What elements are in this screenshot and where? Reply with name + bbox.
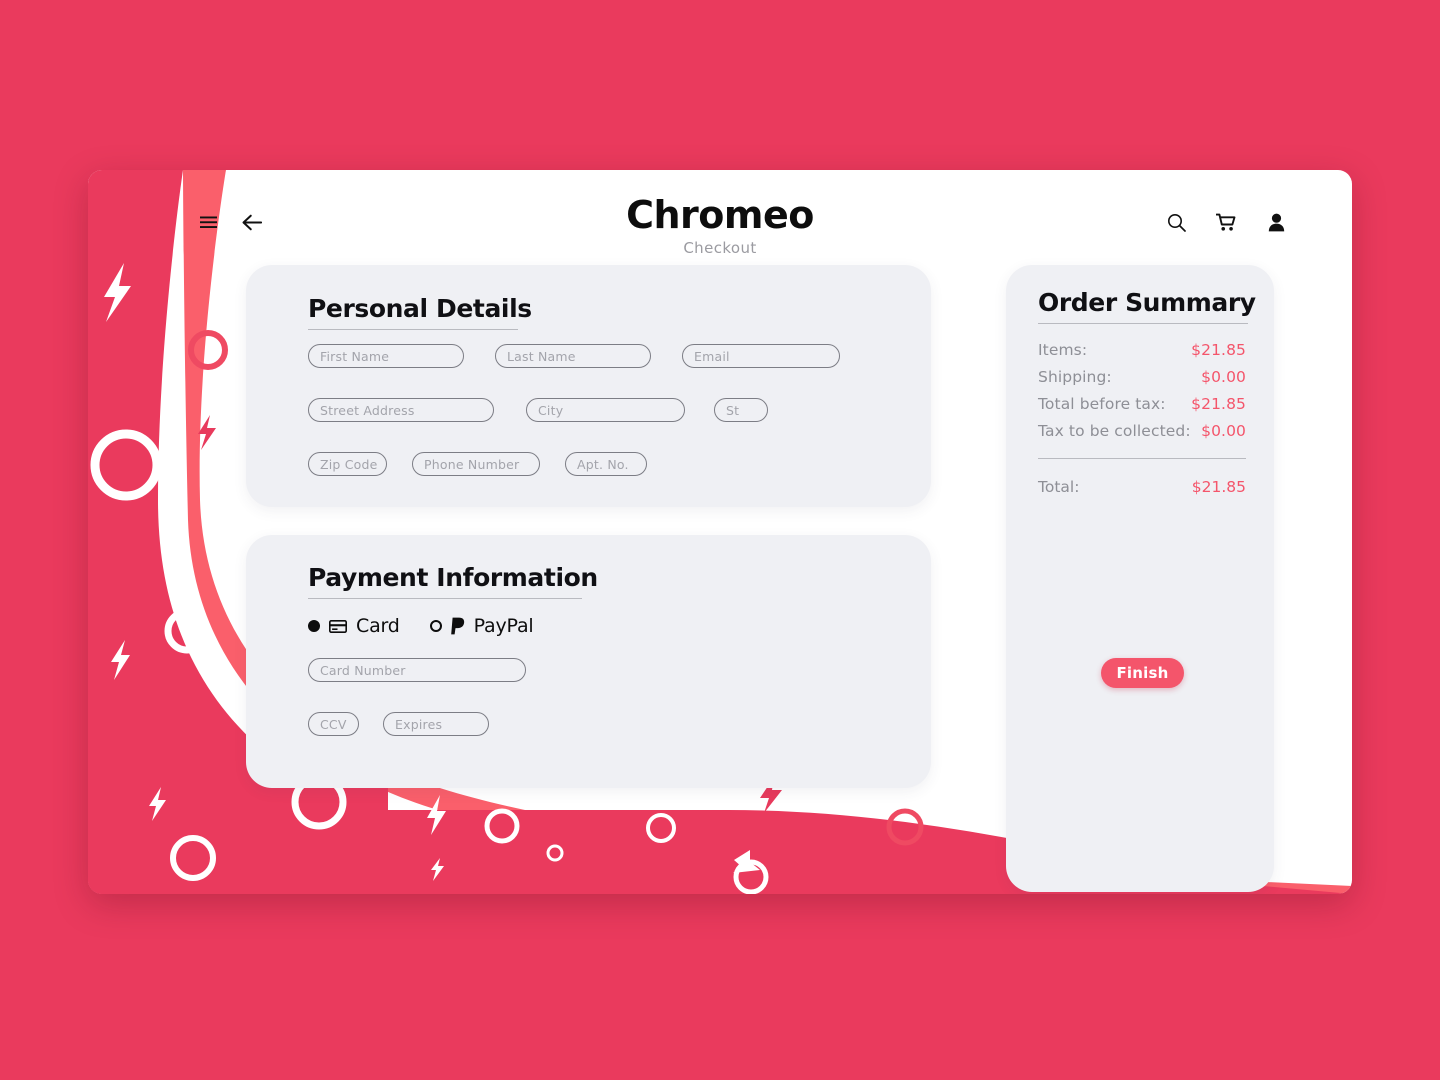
personal-details-panel: Personal Details First Name Last Name Em… [246,265,931,507]
top-bar: Chromeo Checkout [88,170,1352,276]
order-summary-total-row: Total: $21.85 [1038,478,1246,496]
summary-label: Shipping: [1038,368,1112,386]
contact-row: Zip Code Phone Number Apt. No. [308,452,840,476]
order-summary-divider [1038,458,1246,459]
summary-label: Total before tax: [1038,395,1166,413]
name-row: First Name Last Name Email [308,344,840,368]
shopping-cart-icon[interactable] [1216,212,1236,232]
page-subtitle: Checkout [683,238,757,257]
payment-method-card-label: Card [356,615,400,637]
first-name-input[interactable]: First Name [308,344,464,368]
street-address-input[interactable]: Street Address [308,398,494,422]
order-summary-header: Order Summary [1038,288,1256,324]
summary-amount: $0.00 [1201,422,1246,440]
summary-row-tax: Tax to be collected: $0.00 [1038,422,1246,440]
state-input[interactable]: St [714,398,768,422]
summary-row-total-before-tax: Total before tax: $21.85 [1038,395,1246,413]
finish-button[interactable]: Finish [1101,658,1184,688]
top-bar-right-controls [1166,212,1286,232]
radio-paypal-unselected[interactable] [429,620,442,632]
order-summary-panel: Order Summary Items: $21.85 Shipping: $0… [1006,265,1274,892]
payment-method-paypal-label: PayPal [473,615,534,637]
order-summary-lines: Items: $21.85 Shipping: $0.00 Total befo… [1038,341,1246,449]
total-amount: $21.85 [1191,478,1246,496]
summary-amount: $0.00 [1201,368,1246,386]
card-number-input[interactable]: Card Number [308,658,526,682]
payment-method-paypal[interactable]: PayPal [429,615,534,637]
summary-label: Items: [1038,341,1088,359]
payment-method-card[interactable]: Card [308,615,400,637]
heading-divider [308,598,582,599]
credit-card-icon [329,619,347,633]
last-name-input[interactable]: Last Name [495,344,651,368]
summary-row-shipping: Shipping: $0.00 [1038,368,1246,386]
heading-divider [308,329,518,330]
phone-number-input[interactable]: Phone Number [412,452,540,476]
payment-information-header: Payment Information [308,563,598,599]
payment-method-selector: Card PayPal [308,615,534,637]
ccv-input[interactable]: CCV [308,712,359,736]
checkout-app-window: Chromeo Checkout Personal Details First … [88,170,1352,894]
card-extra-row: CCV Expires [308,712,489,736]
apartment-number-input[interactable]: Apt. No. [565,452,647,476]
brand-block: Chromeo Checkout [88,193,1352,257]
summary-label: Tax to be collected: [1038,422,1191,440]
personal-details-heading: Personal Details [308,294,532,323]
summary-amount: $21.85 [1191,341,1246,359]
user-account-icon[interactable] [1266,212,1286,232]
order-summary-heading: Order Summary [1038,288,1256,317]
personal-details-header: Personal Details [308,294,532,330]
paypal-icon [450,617,465,635]
search-icon[interactable] [1166,212,1186,232]
checkout-content: Chromeo Checkout Personal Details First … [88,170,1352,894]
expires-input[interactable]: Expires [383,712,489,736]
summary-amount: $21.85 [1191,395,1246,413]
personal-details-fields: First Name Last Name Email Street Addres… [308,344,840,476]
page-title: Chromeo [626,193,814,237]
city-input[interactable]: City [526,398,685,422]
total-label: Total: [1038,478,1080,496]
email-input[interactable]: Email [682,344,840,368]
payment-information-heading: Payment Information [308,563,598,592]
summary-row-items: Items: $21.85 [1038,341,1246,359]
address-row: Street Address City St [308,398,840,422]
heading-divider [1038,323,1248,324]
zip-code-input[interactable]: Zip Code [308,452,387,476]
payment-information-panel: Payment Information Card PayPal Card Num… [246,535,931,788]
radio-card-selected[interactable] [308,620,320,632]
